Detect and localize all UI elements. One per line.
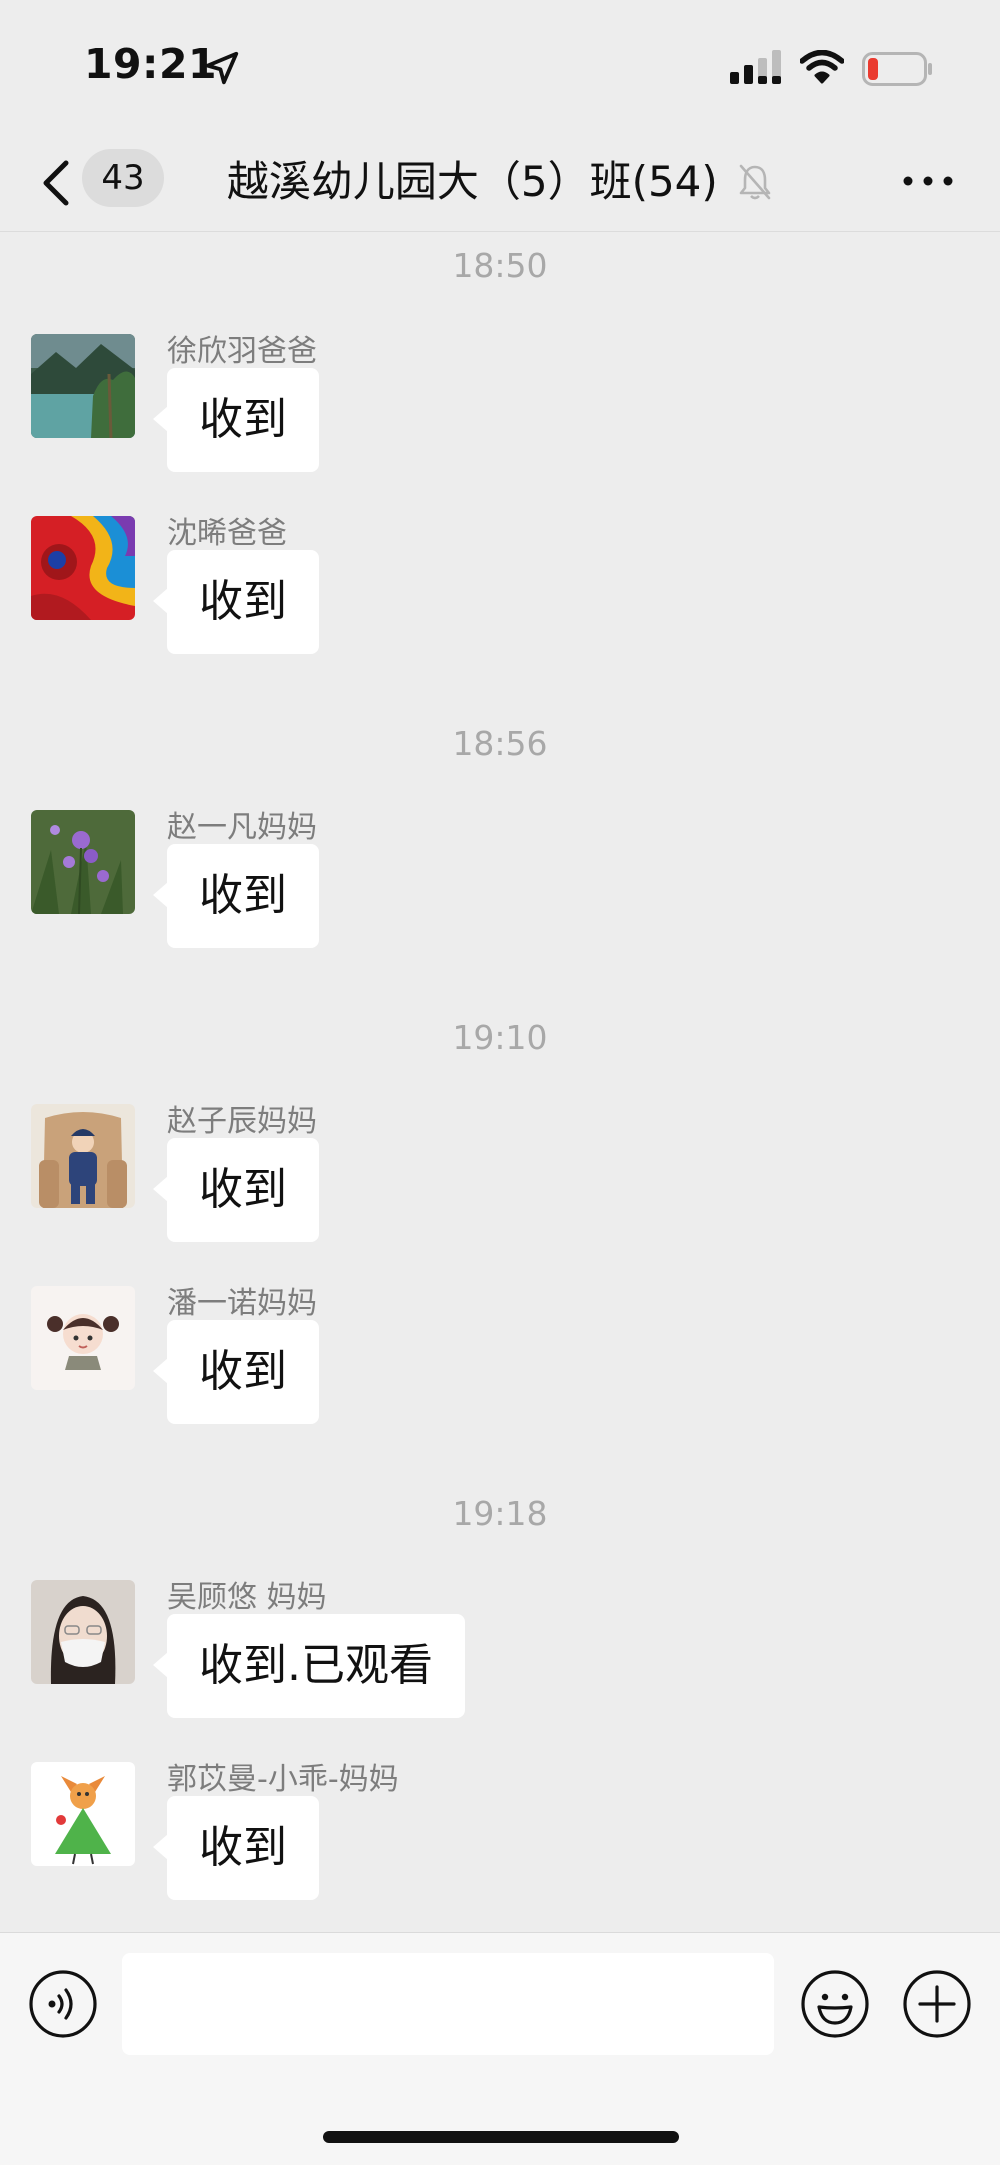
purple-flowers-photo-icon xyxy=(31,810,135,914)
chat-title-text: 越溪幼儿园大（5）班(54) xyxy=(226,156,718,206)
nav-bar: 43 越溪幼儿园大（5）班(54) xyxy=(0,135,1000,232)
lake-mountain-photo-icon xyxy=(31,334,135,438)
sender-name: 赵子辰妈妈 xyxy=(167,1104,317,1139)
avatar[interactable] xyxy=(31,334,135,438)
message-bubble[interactable]: 收到 xyxy=(153,368,319,472)
home-indicator[interactable] xyxy=(323,2131,679,2143)
sender-name: 赵一凡妈妈 xyxy=(167,810,317,845)
muted-bell-icon xyxy=(739,164,771,199)
cartoon-fox-green-dress-icon xyxy=(31,1762,135,1866)
chat-message: 赵子辰妈妈 收到 xyxy=(0,1104,1000,1264)
input-bar xyxy=(0,1932,1000,2165)
sender-name: 沈晞爸爸 xyxy=(167,516,287,551)
emoji-icon[interactable] xyxy=(800,1969,870,2039)
chat-message: 吴顾悠 妈妈 收到.已观看 xyxy=(0,1580,1000,1740)
more-options-icon[interactable] xyxy=(900,161,956,201)
sender-name: 徐欣羽爸爸 xyxy=(167,334,317,369)
chat-message: 徐欣羽爸爸 收到 xyxy=(0,334,1000,494)
woman-with-mask-photo-icon xyxy=(31,1580,135,1684)
cellular-signal-icon xyxy=(730,50,781,84)
message-bubble[interactable]: 收到.已观看 xyxy=(153,1614,465,1718)
time-separator: 18:56 xyxy=(452,724,548,763)
message-bubble[interactable]: 收到 xyxy=(153,844,319,948)
message-bubble[interactable]: 收到 xyxy=(153,1320,319,1424)
wifi-icon xyxy=(800,50,844,84)
sender-name: 潘一诺妈妈 xyxy=(167,1286,317,1321)
avatar[interactable] xyxy=(31,1762,135,1866)
message-input[interactable] xyxy=(122,1953,774,2055)
chat-message: 沈晞爸爸 收到 xyxy=(0,516,1000,676)
chat-message: 郭苡曼-小乖-妈妈 收到 xyxy=(0,1762,1000,1922)
avatar[interactable] xyxy=(31,810,135,914)
colorful-paint-swirl-icon xyxy=(31,516,135,620)
time-separator: 19:10 xyxy=(452,1018,548,1057)
battery-low-icon xyxy=(862,52,932,86)
location-arrow-icon xyxy=(205,51,239,85)
avatar[interactable] xyxy=(31,1286,135,1390)
time-separator: 19:18 xyxy=(452,1494,548,1533)
status-time: 19:21 xyxy=(84,40,218,88)
chat-message: 潘一诺妈妈 收到 xyxy=(0,1286,1000,1446)
sender-name: 郭苡曼-小乖-妈妈 xyxy=(167,1762,399,1797)
chat-messages[interactable]: 18:50 徐欣羽爸爸 收到 沈晞爸爸 收到 18:56 赵一凡妈妈 收到 19… xyxy=(0,232,1000,1932)
message-bubble[interactable]: 收到 xyxy=(153,550,319,654)
message-bubble[interactable]: 收到 xyxy=(153,1138,319,1242)
status-bar: 19:21 xyxy=(0,0,1000,135)
child-in-armchair-photo-icon xyxy=(31,1104,135,1208)
time-separator: 18:50 xyxy=(452,246,548,285)
avatar[interactable] xyxy=(31,516,135,620)
cartoon-girl-pigtails-icon xyxy=(31,1286,135,1390)
message-bubble[interactable]: 收到 xyxy=(153,1796,319,1900)
plus-more-icon[interactable] xyxy=(902,1969,972,2039)
avatar[interactable] xyxy=(31,1104,135,1208)
chat-title[interactable]: 越溪幼儿园大（5）班(54) xyxy=(0,149,1000,212)
chat-message: 赵一凡妈妈 收到 xyxy=(0,810,1000,970)
avatar[interactable] xyxy=(31,1580,135,1684)
voice-input-icon[interactable] xyxy=(28,1969,98,2039)
sender-name: 吴顾悠 妈妈 xyxy=(167,1580,327,1615)
